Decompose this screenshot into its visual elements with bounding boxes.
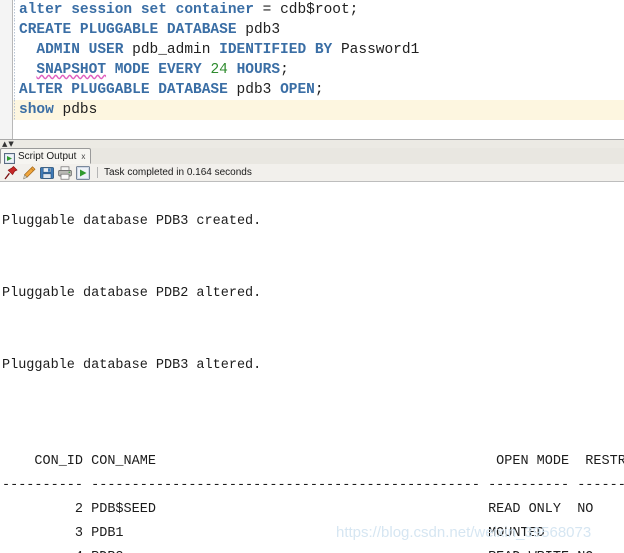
code-token: alter session set container [19, 2, 254, 18]
code-token: ; [280, 62, 289, 78]
code-token: cdb$root; [280, 2, 359, 18]
run-script-icon[interactable] [75, 165, 91, 181]
save-icon[interactable] [39, 165, 55, 181]
sql-editor-pane[interactable]: alter session set container = cdb$root; C… [0, 0, 624, 139]
table-rule-row: ---------- -----------------------------… [2, 478, 624, 493]
code-token: SNAPSHOT [36, 62, 107, 78]
toolbar-separator [97, 167, 98, 178]
editor-line[interactable]: alter session set container = cdb$root; [13, 0, 624, 20]
code-token: OPEN [280, 82, 315, 98]
output-spacer [0, 426, 624, 450]
tab-script-output-label: Script Output [18, 150, 77, 162]
output-spacer [0, 330, 624, 354]
editor-line[interactable]: CREATE PLUGGABLE DATABASE pdb3 [13, 20, 624, 40]
output-message: Pluggable database PDB3 created. [2, 214, 262, 229]
editor-line[interactable]: ALTER PLUGGABLE DATABASE pdb3 OPEN; [13, 80, 624, 100]
tab-script-output[interactable]: Script Output x [0, 148, 92, 164]
script-output-text: Pluggable database PDB3 created. Pluggabl… [0, 210, 624, 553]
code-token: ; [314, 82, 324, 98]
code-token: Password1 [332, 42, 420, 58]
code-token: show [19, 102, 54, 118]
code-token: MODE EVERY [114, 62, 202, 78]
table-row: 3 PDB1 MOUNTED [2, 526, 545, 541]
clear-eraser-icon[interactable] [21, 165, 37, 181]
script-output-icon [4, 151, 15, 164]
code-token: pdb3 [236, 22, 281, 38]
script-output-area[interactable]: Pluggable database PDB3 created. Pluggabl… [0, 183, 624, 553]
output-toolbar: Task completed in 0.164 seconds [0, 164, 624, 182]
code-token: 24 [210, 62, 228, 78]
output-spacer [0, 234, 624, 258]
code-token: pdb3 [227, 82, 281, 98]
editor-line[interactable]: ADMIN USER pdb_admin IDENTIFIED BY Passw… [13, 40, 624, 60]
code-token: pdb_admin [123, 42, 220, 58]
editor-line[interactable]: SNAPSHOT MODE EVERY 24 HOURS; [13, 60, 624, 80]
output-tab-strip: Script Output x [0, 148, 624, 165]
output-spacer [0, 258, 624, 282]
pin-icon[interactable] [3, 165, 19, 181]
toolbar-status-text: Task completed in 0.164 seconds [104, 167, 252, 178]
code-token: pdbs [53, 102, 98, 118]
code-token: = [253, 2, 281, 18]
output-spacer [0, 378, 624, 402]
code-token: ADMIN USER [36, 42, 124, 58]
splitter-arrows-icon[interactable]: ▲▼ [2, 141, 15, 148]
table-header-row: CON_ID CON_NAME OPEN MODE RESTRICTED [2, 454, 624, 469]
editor-gutter [0, 0, 13, 139]
output-message: Pluggable database PDB3 altered. [2, 358, 262, 373]
output-message: Pluggable database PDB2 altered. [2, 286, 262, 301]
code-token: CREATE PLUGGABLE DATABASE [19, 22, 237, 38]
editor-line[interactable]: show pdbs [13, 100, 624, 120]
code-token: HOURS [236, 62, 281, 78]
code-token: IDENTIFIED BY [219, 42, 333, 58]
print-icon[interactable] [57, 165, 73, 181]
table-row: 2 PDB$SEED READ ONLY NO [2, 502, 594, 517]
output-spacer [0, 402, 624, 426]
output-spacer [0, 306, 624, 330]
tab-close-icon[interactable]: x [81, 152, 85, 161]
code-token: ALTER PLUGGABLE DATABASE [19, 82, 228, 98]
table-row: 4 PDB2 READ WRITE NO [0, 546, 624, 553]
editor-code-area[interactable]: alter session set container = cdb$root; C… [13, 0, 624, 139]
